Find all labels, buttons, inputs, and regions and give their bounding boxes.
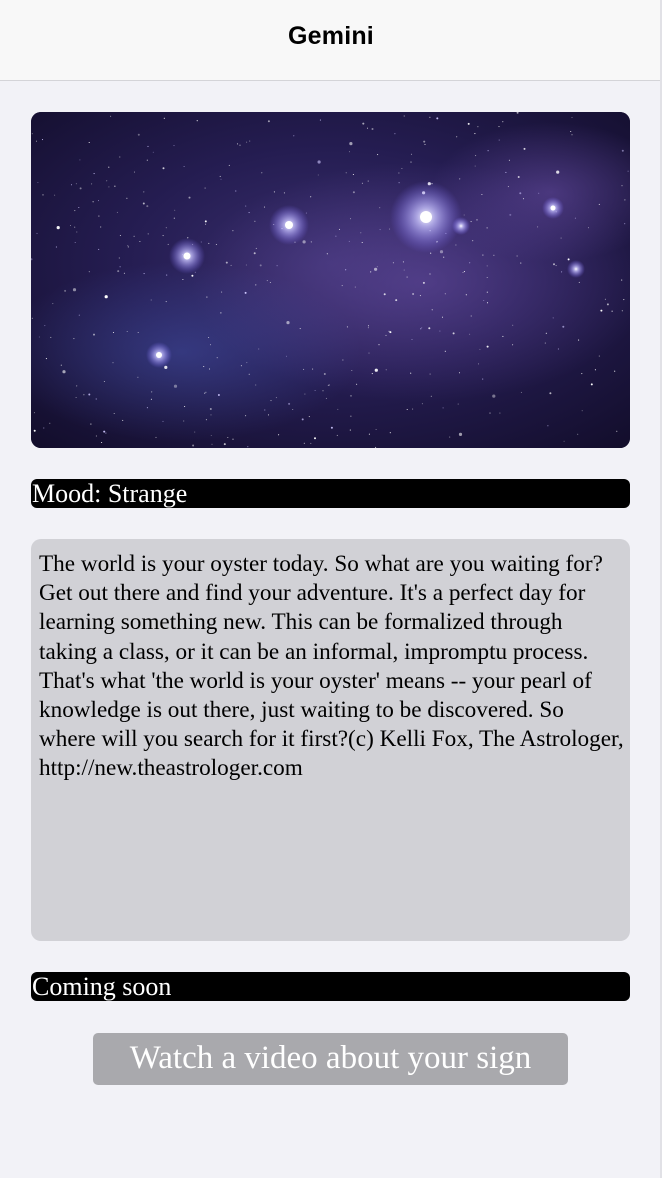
coming-soon-label: Coming soon [31,972,630,1001]
starry-sky-image [31,112,630,448]
horoscope-text-panel: The world is your oyster today. So what … [31,539,630,941]
navigation-bar: Gemini [0,0,662,81]
watch-video-button[interactable]: Watch a video about your sign [93,1033,568,1085]
mood-label: Mood: Strange [31,479,630,508]
horoscope-text: The world is your oyster today. So what … [39,551,624,782]
page-title: Gemini [288,22,374,50]
